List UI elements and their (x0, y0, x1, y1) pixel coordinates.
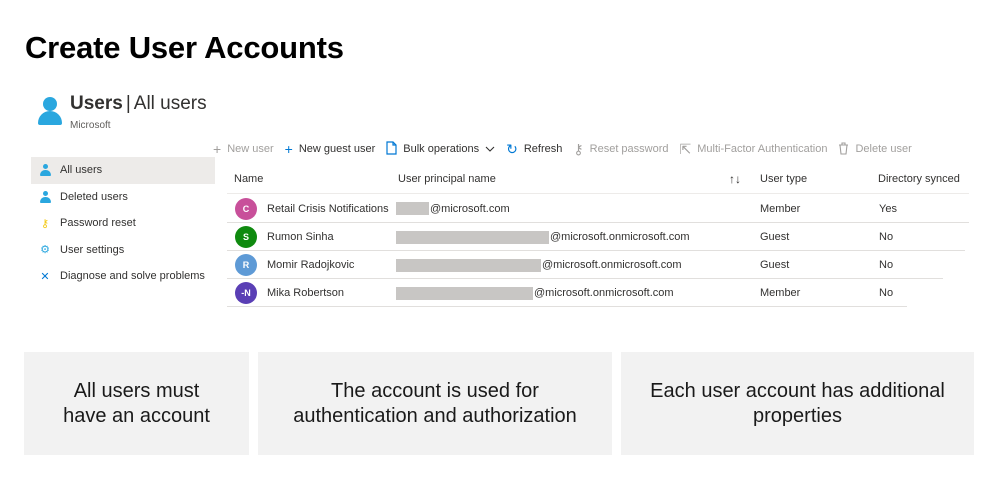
sidebar-item-label: Deleted users (60, 190, 128, 203)
avatar: S (235, 226, 257, 248)
document-icon (386, 141, 397, 157)
plus-icon: + (284, 141, 293, 157)
new-guest-user-button[interactable]: + New guest user (285, 142, 376, 156)
upn-domain: @microsoft.com (430, 202, 510, 215)
chevron-down-icon (485, 143, 495, 155)
users-icon (38, 97, 62, 127)
sidebar-item-password-reset[interactable]: ⚷ Password reset (31, 210, 215, 237)
delete-user-button[interactable]: Delete user (838, 141, 912, 157)
sidebar-item-label: Diagnose and solve problems (60, 270, 205, 283)
title-separator: | (125, 93, 131, 114)
users-table: Name User principal name ↑↓ User type Di… (227, 165, 969, 307)
command-bar: + New user + New guest user Bulk operation… (213, 141, 923, 157)
sidebar-item-deleted-users[interactable]: Deleted users (31, 184, 215, 211)
external-link-icon: ⇱ (679, 141, 692, 157)
user-name-link[interactable]: Rumon Sinha (267, 231, 334, 243)
trash-icon (838, 141, 849, 157)
user-type: Guest (760, 231, 790, 243)
user-name-link[interactable]: Momir Radojkovic (267, 259, 354, 271)
info-card-line: All users must (73, 379, 200, 402)
new-guest-user-label: New guest user (298, 143, 376, 155)
column-header-upn[interactable]: User principal name (398, 173, 496, 185)
directory-synced: Yes (879, 202, 897, 215)
refresh-icon: ↻ (506, 141, 518, 157)
sidebar-item-label: User settings (60, 243, 125, 256)
redacted-block (396, 286, 533, 300)
redacted-block (396, 258, 541, 272)
delete-user-label: Delete user (855, 143, 912, 155)
page-title-main: Users (70, 93, 123, 114)
redacted-block (396, 202, 429, 215)
table-row[interactable]: -N Mika Robertson @microsoft.onmicrosoft… (227, 279, 969, 307)
key-icon: ⚷ (40, 217, 50, 230)
table-row[interactable]: C Retail Crisis Notifications @microsoft… (227, 194, 969, 223)
reset-password-label: Reset password (589, 143, 669, 155)
sidebar-item-label: Password reset (60, 217, 136, 230)
directory-synced: No (879, 287, 894, 299)
bulk-operations-label: Bulk operations (403, 143, 480, 155)
user-settings-icon: ⚙ (40, 244, 50, 257)
column-header-name[interactable]: Name (234, 173, 263, 185)
table-row[interactable]: R Momir Radojkovic @microsoft.onmicrosof… (227, 251, 969, 279)
table-row[interactable]: S Rumon Sinha @microsoft.onmicrosoft.com… (227, 223, 969, 251)
page-title: Users | All users (70, 92, 207, 116)
sidebar-item-label: All users (60, 164, 103, 177)
new-user-label: New user (227, 143, 274, 155)
mfa-button[interactable]: ⇱ Multi-Factor Authentication (680, 142, 828, 156)
bulk-operations-button[interactable]: Bulk operations (386, 141, 495, 157)
avatar: R (235, 254, 257, 276)
info-card-line: Each user account has additional (650, 379, 945, 402)
info-card-line: The account is used for (331, 379, 539, 402)
info-card: The account is used for authentication an… (258, 352, 612, 455)
info-card-line: have an account (63, 404, 210, 427)
directory-synced: No (879, 259, 894, 271)
row-divider (227, 306, 907, 307)
page-header: Users | All users Microsoft (38, 92, 207, 131)
info-cards: All users must have an account The accoun… (24, 352, 974, 455)
column-header-type[interactable]: User type (760, 173, 807, 185)
user-icon (39, 164, 51, 177)
sidebar-item-all-users[interactable]: All users (31, 157, 215, 184)
info-card: All users must have an account (24, 352, 249, 455)
sidebar-item-user-settings[interactable]: ⚙ User settings (31, 237, 215, 264)
user-type: Guest (760, 259, 790, 271)
refresh-label: Refresh (523, 143, 563, 155)
sort-icon[interactable]: ↑↓ (729, 172, 741, 186)
redacted-block (396, 230, 549, 244)
user-name-link[interactable]: Retail Crisis Notifications (267, 203, 389, 215)
avatar: -N (235, 282, 257, 304)
user-type: Member (760, 287, 801, 299)
avatar: C (235, 197, 257, 220)
upn-domain: @microsoft.onmicrosoft.com (534, 287, 674, 299)
new-user-button[interactable]: + New user (213, 142, 274, 156)
upn-domain: @microsoft.onmicrosoft.com (542, 259, 682, 271)
column-header-sync[interactable]: Directory synced (878, 173, 960, 185)
mfa-label: Multi-Factor Authentication (697, 143, 828, 155)
refresh-button[interactable]: ↻ Refresh (506, 142, 562, 156)
key-icon: ⚷ (573, 141, 584, 157)
info-card-line: properties (753, 404, 842, 427)
wrench-icon: ✕ (40, 270, 50, 283)
user-type: Member (760, 202, 801, 215)
sidebar: All users Deleted users ⚷ Password reset… (31, 157, 215, 290)
page-title-sub: All users (133, 93, 207, 114)
sidebar-item-diagnose[interactable]: ✕ Diagnose and solve problems (31, 263, 215, 290)
reset-password-button[interactable]: ⚷ Reset password (573, 142, 668, 156)
info-card-line: authentication and authorization (293, 404, 577, 427)
user-icon (39, 190, 51, 203)
user-name-link[interactable]: Mika Robertson (267, 287, 344, 299)
slide-title: Create User Accounts (25, 30, 344, 65)
upn-domain: @microsoft.onmicrosoft.com (550, 231, 690, 243)
org-name: Microsoft (70, 120, 111, 131)
info-card: Each user account has additional properti… (621, 352, 974, 455)
plus-icon: + (213, 141, 222, 157)
directory-synced: No (879, 231, 894, 243)
table-header: Name User principal name ↑↓ User type Di… (227, 165, 969, 194)
